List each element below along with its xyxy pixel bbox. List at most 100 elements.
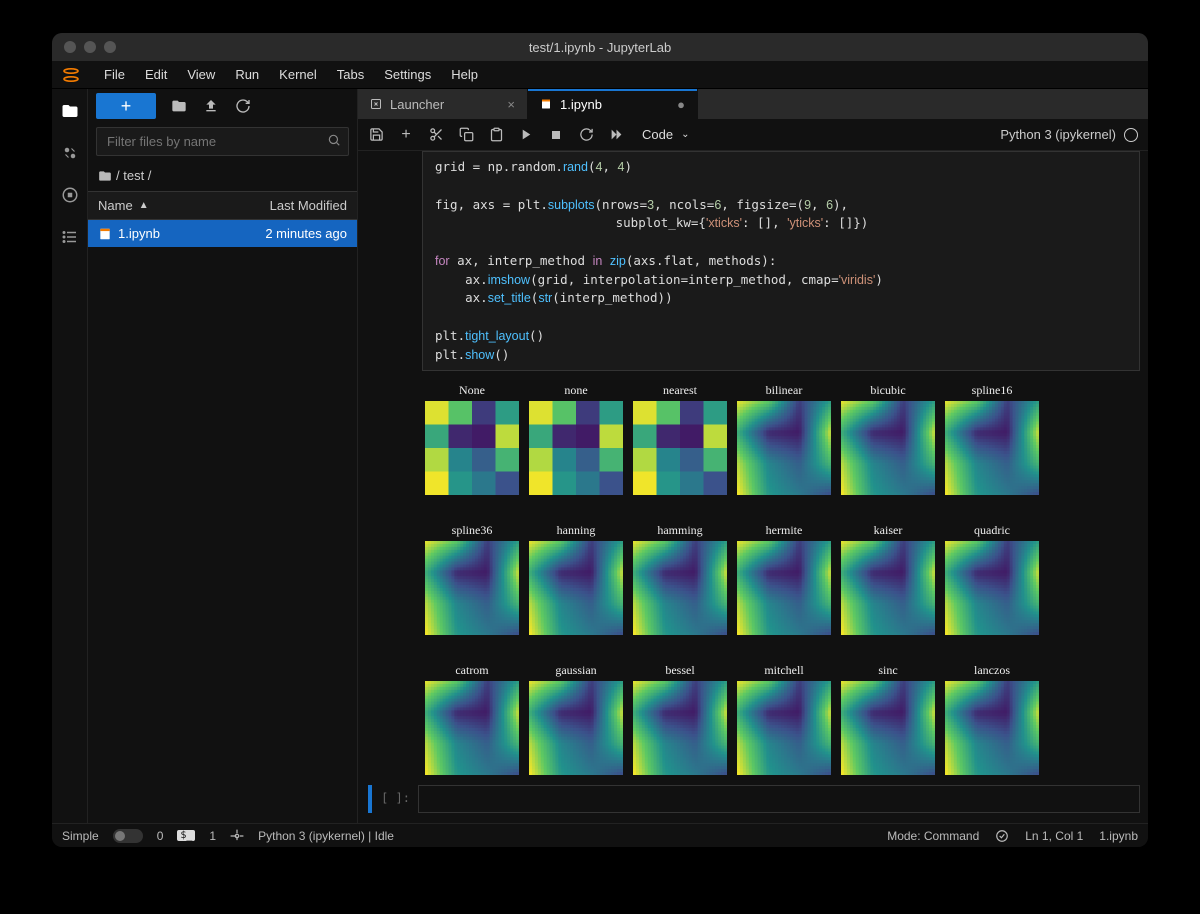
- breadcrumb[interactable]: / test /: [88, 160, 357, 191]
- file-browser: + / test / Name▲ Last Modified 1.ipy: [88, 89, 358, 823]
- subplot-nearest: nearest: [630, 383, 730, 495]
- current-file: 1.ipynb: [1099, 829, 1138, 843]
- code-editor[interactable]: grid = np.random.rand(4, 4) fig, axs = p…: [422, 151, 1140, 371]
- subplot-none: none: [526, 383, 626, 495]
- tab-notebook[interactable]: 1.ipynb ●: [528, 89, 698, 119]
- menu-tabs[interactable]: Tabs: [327, 67, 374, 82]
- app-window: test/1.ipynb - JupyterLab FileEditViewRu…: [52, 33, 1148, 847]
- cut-icon[interactable]: [428, 127, 444, 143]
- upload-icon[interactable]: [202, 97, 220, 115]
- cell-active-bar: [368, 785, 372, 813]
- trust-icon[interactable]: [995, 829, 1009, 843]
- subplot-title: bessel: [665, 663, 694, 679]
- breadcrumb-path: / test /: [116, 168, 151, 183]
- cursor-position: Ln 1, Col 1: [1025, 829, 1083, 843]
- code-cell[interactable]: grid = np.random.rand(4, 4) fig, axs = p…: [422, 151, 1140, 371]
- notebook-icon: [98, 227, 112, 241]
- zoom-dot[interactable]: [104, 41, 116, 53]
- terminal-icon[interactable]: $_: [177, 830, 195, 841]
- subplot-None: None: [422, 383, 522, 495]
- filter-input[interactable]: [96, 127, 349, 156]
- restart-icon[interactable]: [578, 127, 594, 143]
- file-filter: [96, 127, 349, 156]
- subplot-gaussian: gaussian: [526, 663, 626, 775]
- subplot-title: sinc: [878, 663, 897, 679]
- copy-icon[interactable]: [458, 127, 474, 143]
- minimize-dot[interactable]: [84, 41, 96, 53]
- subplot-bilinear: bilinear: [734, 383, 834, 495]
- notebook-area[interactable]: grid = np.random.rand(4, 4) fig, axs = p…: [358, 151, 1148, 823]
- subplot-title: bilinear: [766, 383, 803, 399]
- file-name: 1.ipynb: [118, 226, 160, 241]
- subplot-title: spline16: [972, 383, 1013, 399]
- subplot-title: hanning: [557, 523, 596, 539]
- add-cell-icon[interactable]: +: [398, 127, 414, 143]
- menu-edit[interactable]: Edit: [135, 67, 177, 82]
- stop-icon[interactable]: [548, 127, 564, 143]
- subplot-title: spline36: [452, 523, 493, 539]
- new-launcher-button[interactable]: +: [96, 93, 156, 119]
- new-folder-icon[interactable]: [170, 97, 188, 115]
- simple-toggle[interactable]: [113, 829, 143, 843]
- unsaved-indicator-icon[interactable]: ●: [677, 97, 685, 112]
- jupyter-logo-icon[interactable]: [60, 64, 82, 86]
- subplot-hanning: hanning: [526, 523, 626, 635]
- subplot-lanczos: lanczos: [942, 663, 1042, 775]
- subplot-title: mitchell: [764, 663, 803, 679]
- kernel-status[interactable]: Python 3 (ipykernel) | Idle: [258, 829, 394, 843]
- main-area: Launcher × 1.ipynb ● + Code⌄: [358, 89, 1148, 823]
- titlebar: test/1.ipynb - JupyterLab: [52, 33, 1148, 61]
- paste-icon[interactable]: [488, 127, 504, 143]
- subplot-title: nearest: [663, 383, 697, 399]
- close-dot[interactable]: [64, 41, 76, 53]
- save-icon[interactable]: [368, 127, 384, 143]
- menu-run[interactable]: Run: [225, 67, 269, 82]
- subplot-title: lanczos: [974, 663, 1010, 679]
- menu-settings[interactable]: Settings: [374, 67, 441, 82]
- subplot-hamming: hamming: [630, 523, 730, 635]
- menu-kernel[interactable]: Kernel: [269, 67, 327, 82]
- menu-file[interactable]: File: [94, 67, 135, 82]
- cell-type-select[interactable]: Code⌄: [642, 127, 689, 142]
- list-icon[interactable]: [60, 227, 80, 247]
- tab-label: Launcher: [390, 97, 444, 112]
- subplot-spline16: spline16: [942, 383, 1042, 495]
- lsp-icon[interactable]: [230, 829, 244, 843]
- plot-grid: Nonenonenearestbilinearbicubicspline16sp…: [422, 383, 1140, 775]
- subplot-title: None: [459, 383, 485, 399]
- launcher-icon: [370, 98, 382, 110]
- close-icon[interactable]: ×: [507, 97, 515, 112]
- run-all-icon[interactable]: [608, 127, 624, 143]
- kernel-indicator[interactable]: Python 3 (ipykernel): [1000, 127, 1138, 142]
- terminal-count: 1: [209, 829, 216, 843]
- subplot-title: none: [564, 383, 587, 399]
- code-editor[interactable]: [418, 785, 1140, 813]
- simple-label: Simple: [62, 829, 99, 843]
- running-icon[interactable]: [60, 143, 80, 163]
- subplot-catrom: catrom: [422, 663, 522, 775]
- activity-bar: [52, 89, 88, 823]
- menu-help[interactable]: Help: [441, 67, 488, 82]
- folder-icon[interactable]: [60, 101, 80, 121]
- subplot-kaiser: kaiser: [838, 523, 938, 635]
- name-column[interactable]: Name▲: [98, 198, 149, 213]
- subplot-title: gaussian: [555, 663, 596, 679]
- run-icon[interactable]: [518, 127, 534, 143]
- file-list-header: Name▲ Last Modified: [88, 191, 357, 220]
- subplot-title: hamming: [657, 523, 702, 539]
- empty-cell[interactable]: [ ]:: [368, 785, 1140, 813]
- refresh-icon[interactable]: [234, 97, 252, 115]
- cell-prompt: [ ]:: [378, 785, 418, 813]
- modified-column[interactable]: Last Modified: [270, 198, 347, 213]
- subplot-title: hermite: [766, 523, 803, 539]
- subplot-bessel: bessel: [630, 663, 730, 775]
- status-bar: Simple 0 $_ 1 Python 3 (ipykernel) | Idl…: [52, 823, 1148, 847]
- stop-circle-icon[interactable]: [60, 185, 80, 205]
- file-row[interactable]: 1.ipynb 2 minutes ago: [88, 220, 357, 247]
- tab-launcher[interactable]: Launcher ×: [358, 89, 528, 119]
- file-browser-toolbar: +: [88, 89, 357, 123]
- menu-view[interactable]: View: [177, 67, 225, 82]
- cell-output: Nonenonenearestbilinearbicubicspline16sp…: [422, 377, 1140, 785]
- kernel-status-icon: [1124, 128, 1138, 142]
- notebook-icon: [540, 98, 552, 110]
